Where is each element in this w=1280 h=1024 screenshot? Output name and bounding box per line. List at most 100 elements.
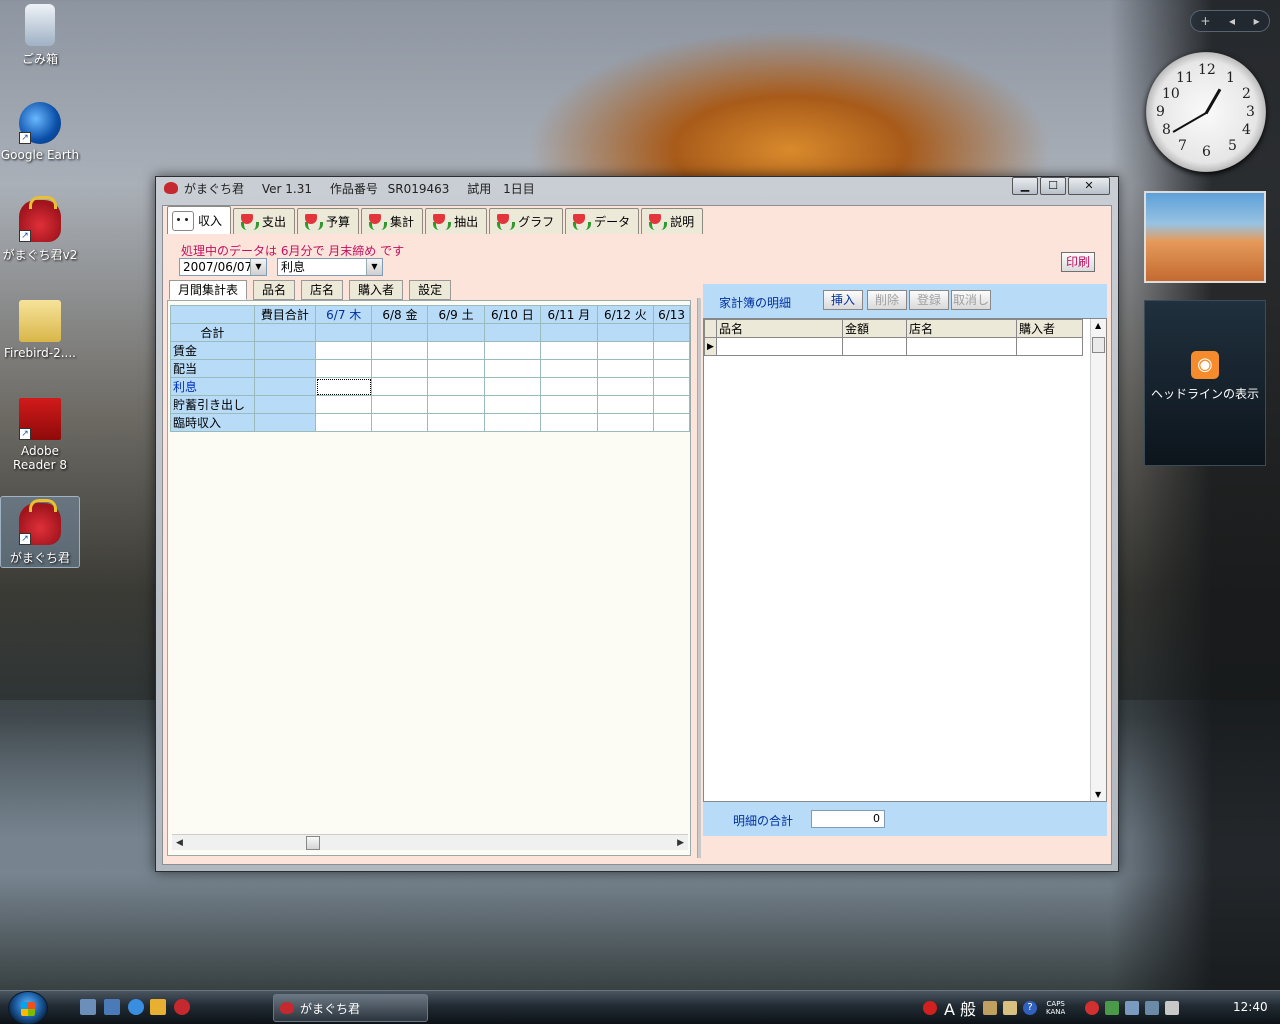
- display-icon[interactable]: [1145, 1001, 1160, 1015]
- tab-help[interactable]: 説明: [641, 208, 704, 234]
- subtab-store-name[interactable]: 店名: [301, 280, 344, 300]
- slideshow-gadget[interactable]: [1144, 191, 1266, 283]
- ime-mode[interactable]: A 般: [944, 996, 976, 1020]
- subtab-item-name[interactable]: 品名: [253, 280, 296, 300]
- column-header-day[interactable]: 6/10 日: [483, 305, 542, 324]
- grid-cell[interactable]: [427, 377, 485, 396]
- grid-cell[interactable]: [596, 413, 655, 432]
- add-gadget-icon[interactable]: +: [1200, 14, 1210, 28]
- subtab-settings[interactable]: 設定: [409, 280, 452, 300]
- tab-data[interactable]: データ: [565, 208, 640, 234]
- grid-cell[interactable]: [427, 413, 485, 432]
- grid-cell[interactable]: [653, 413, 690, 432]
- language-bar-icon[interactable]: [923, 1001, 937, 1015]
- show-desktop-icon[interactable]: [80, 999, 96, 1015]
- grid-cell[interactable]: [906, 337, 1017, 356]
- grid-cell[interactable]: [540, 377, 598, 396]
- column-header[interactable]: 店名: [906, 319, 1017, 338]
- grid-cell[interactable]: [596, 359, 655, 378]
- grid-cell[interactable]: [427, 341, 485, 360]
- volume-icon[interactable]: [1165, 1001, 1180, 1015]
- subtab-monthly-table[interactable]: 月間集計表: [169, 280, 248, 300]
- grid-cell[interactable]: [315, 359, 373, 378]
- grid-cell[interactable]: [540, 395, 598, 414]
- prev-icon[interactable]: ◂: [1229, 14, 1235, 28]
- desktop-icon-firebird[interactable]: Firebird-2....: [0, 300, 80, 360]
- column-header[interactable]: 金額: [842, 319, 907, 338]
- scroll-right-icon[interactable]: ▶: [677, 835, 684, 851]
- grid-cell[interactable]: [315, 413, 373, 432]
- column-header-day[interactable]: 6/13: [653, 305, 690, 324]
- table-row[interactable]: ▶: [704, 337, 1083, 356]
- grid-cell[interactable]: [716, 337, 843, 356]
- device-icon[interactable]: [1125, 1001, 1140, 1015]
- ime-dictionary-icon[interactable]: [983, 1001, 998, 1015]
- grid-cell[interactable]: [483, 377, 542, 396]
- title-bar[interactable]: がまぐち君 Ver 1.31 作品番号 SR019463 試用 1日目 ▁ ☐ …: [156, 177, 1118, 199]
- column-header[interactable]: 購入者: [1016, 319, 1083, 338]
- grid-cell[interactable]: [540, 413, 598, 432]
- grid-cell[interactable]: [540, 341, 598, 360]
- feed-headlines-gadget[interactable]: ◉ ヘッドラインの表示: [1144, 300, 1266, 466]
- start-button[interactable]: [8, 991, 48, 1024]
- chevron-down-icon[interactable]: ▼: [250, 259, 266, 275]
- scroll-down-icon[interactable]: ▼: [1095, 790, 1101, 799]
- grid-cell[interactable]: [427, 359, 485, 378]
- register-button[interactable]: 登録: [909, 290, 949, 310]
- tab-expense[interactable]: 支出: [233, 208, 296, 234]
- help-icon[interactable]: ?: [1023, 1001, 1038, 1015]
- grid-cell[interactable]: [371, 395, 429, 414]
- grid-cell[interactable]: [540, 359, 598, 378]
- insert-button[interactable]: 挿入: [823, 290, 863, 310]
- row-header-selected[interactable]: 利息: [170, 377, 255, 396]
- scroll-thumb[interactable]: [1092, 337, 1105, 353]
- grid-cell[interactable]: [483, 395, 542, 414]
- grid-cell[interactable]: [842, 337, 907, 356]
- gamaguchi-quicklaunch-icon[interactable]: [174, 999, 190, 1015]
- desktop-icon-adobe-reader[interactable]: ↗ Adobe Reader 8: [0, 398, 80, 472]
- column-header-day[interactable]: 6/12 火: [596, 305, 655, 324]
- desktop-icon-gamaguchi[interactable]: ↗ がまぐち君: [0, 496, 80, 568]
- row-header[interactable]: 臨時収入: [170, 413, 255, 432]
- media-player-icon[interactable]: [150, 999, 166, 1015]
- column-header-day[interactable]: 6/7 木: [315, 305, 373, 324]
- row-header[interactable]: 貯蓄引き出し: [170, 395, 255, 414]
- grid-cell[interactable]: [483, 341, 542, 360]
- close-button[interactable]: ✕: [1068, 177, 1110, 195]
- column-header-day[interactable]: 6/9 土: [427, 305, 485, 324]
- next-icon[interactable]: ▸: [1254, 14, 1260, 28]
- grid-cell[interactable]: [315, 341, 373, 360]
- maximize-button[interactable]: ☐: [1040, 177, 1066, 195]
- switch-windows-icon[interactable]: [104, 999, 120, 1015]
- tab-budget[interactable]: 予算: [297, 208, 360, 234]
- rss-label[interactable]: ヘッドラインの表示: [1145, 385, 1265, 402]
- grid-cell[interactable]: [315, 395, 373, 414]
- scroll-up-icon[interactable]: ▲: [1095, 321, 1101, 330]
- column-header-day[interactable]: 6/11 月: [540, 305, 598, 324]
- sidebar-controls[interactable]: + ◂ ▸: [1190, 10, 1270, 32]
- grid-cell[interactable]: [371, 341, 429, 360]
- minimize-button[interactable]: ▁: [1012, 177, 1038, 195]
- grid-cell[interactable]: [653, 359, 690, 378]
- grid-cell[interactable]: [1016, 337, 1083, 356]
- row-header[interactable]: 賃金: [170, 341, 255, 360]
- grid-cell[interactable]: [427, 395, 485, 414]
- chevron-down-icon[interactable]: ▼: [366, 259, 382, 275]
- desktop-icon-recycle-bin[interactable]: ごみ箱: [0, 4, 80, 67]
- security-alert-icon[interactable]: [1085, 1001, 1100, 1015]
- panel-splitter[interactable]: [697, 298, 701, 858]
- grid-cell[interactable]: [483, 359, 542, 378]
- clock-gadget[interactable]: 12 1 2 3 4 5 6 7 8 9 10 11: [1146, 52, 1266, 172]
- column-header-day[interactable]: 6/8 金: [371, 305, 429, 324]
- grid-cell[interactable]: [371, 359, 429, 378]
- internet-explorer-icon[interactable]: [128, 999, 144, 1015]
- grid-cell[interactable]: [596, 377, 655, 396]
- cancel-button[interactable]: 取消し: [951, 290, 991, 310]
- grid-cell[interactable]: [596, 395, 655, 414]
- tab-extract[interactable]: 抽出: [425, 208, 488, 234]
- horizontal-scrollbar[interactable]: ◀ ▶: [172, 834, 688, 850]
- grid-cell[interactable]: [596, 341, 655, 360]
- tab-income[interactable]: 収入: [167, 206, 232, 234]
- delete-button[interactable]: 削除: [867, 290, 907, 310]
- column-header[interactable]: 品名: [716, 319, 843, 338]
